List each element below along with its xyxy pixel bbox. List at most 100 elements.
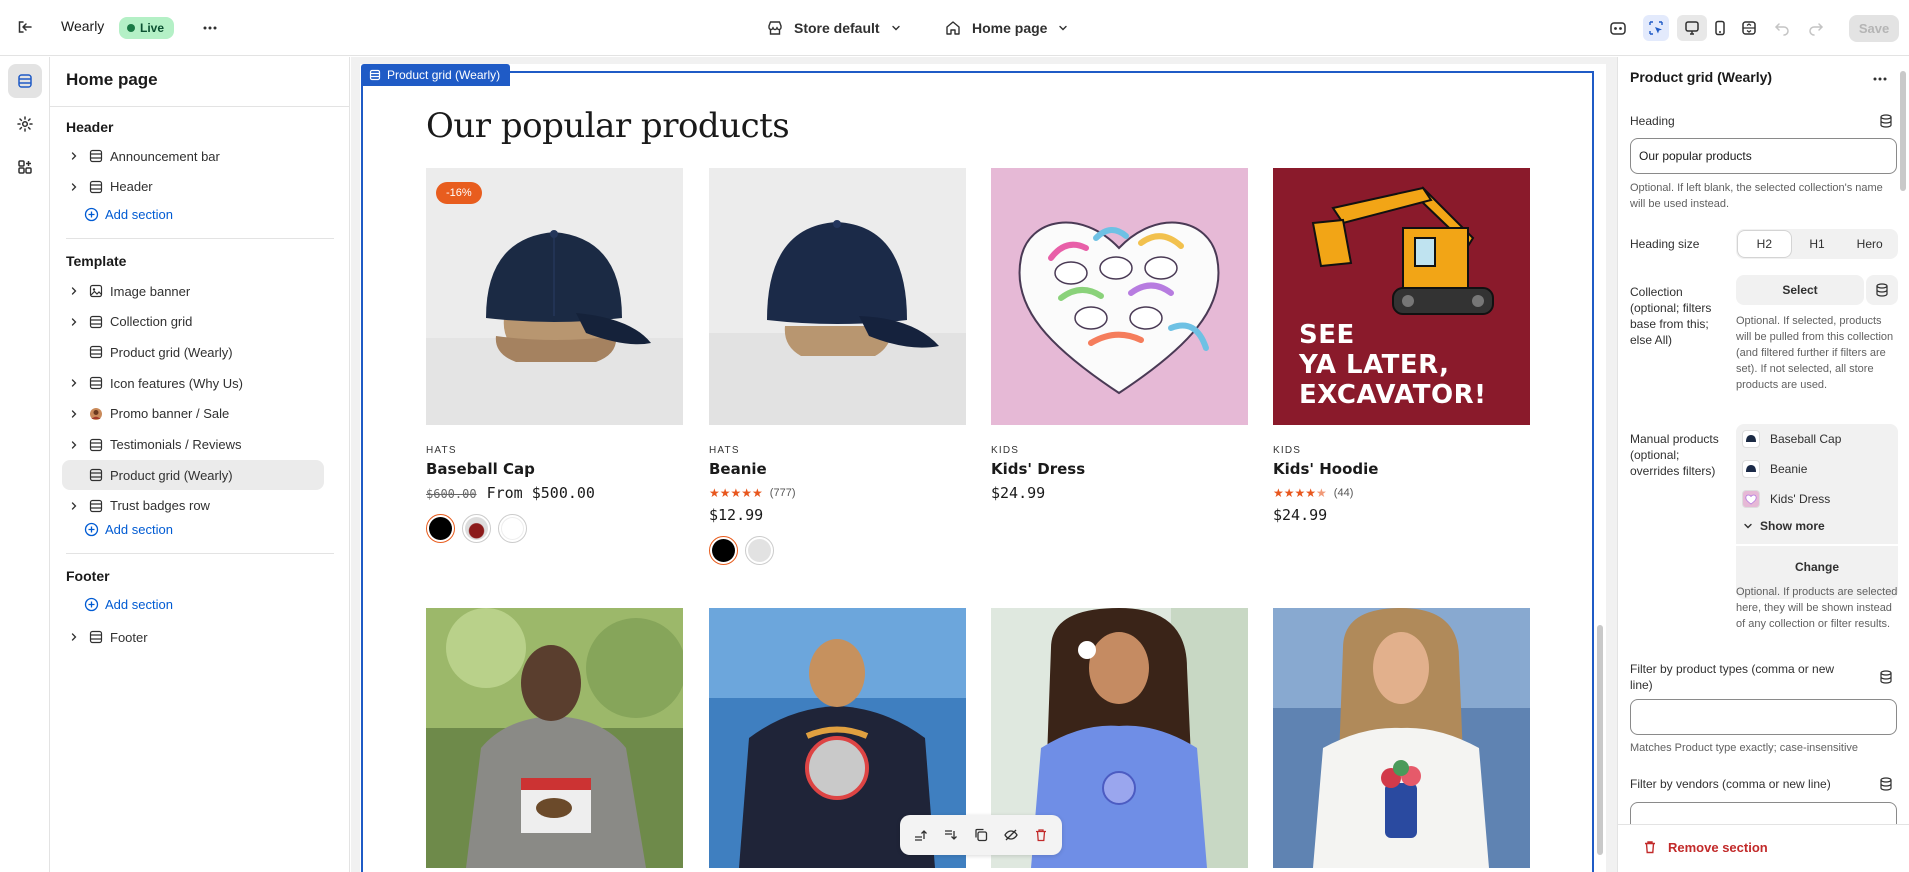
heading-size-label: Heading size (1630, 237, 1700, 251)
plus-circle-icon (84, 522, 99, 537)
chevron-right-icon[interactable] (64, 317, 84, 327)
section-icon (88, 629, 104, 645)
sidebar-item-image-banner[interactable]: Image banner (62, 276, 324, 306)
section-tag[interactable]: Product grid (Wearly) (361, 64, 511, 86)
product-card[interactable]: HATS Beanie ★★★★★ (777) $12.99 (709, 168, 966, 565)
settings-gear-icon[interactable] (8, 107, 42, 141)
section-icon (88, 314, 104, 330)
canvas-scrollbar[interactable] (1597, 625, 1603, 855)
chevron-right-icon[interactable] (64, 182, 84, 192)
manual-product-item[interactable]: Kids' Dress (1742, 490, 1830, 508)
desktop-view-icon[interactable] (1677, 15, 1707, 41)
divider (66, 238, 334, 239)
filter-types-input[interactable] (1630, 699, 1897, 735)
move-down-icon[interactable] (943, 827, 959, 843)
divider (50, 106, 350, 107)
product-image-beanie[interactable] (709, 168, 966, 425)
more-actions-icon[interactable] (198, 16, 222, 40)
undo-icon[interactable] (1769, 15, 1795, 41)
sidebar-item-product-grid-wearly[interactable]: Product grid (Wearly) (62, 337, 324, 367)
product-card[interactable]: KIDS Kids' Dress $24.99 (991, 168, 1248, 502)
sidebar-item-icon-features-why-us[interactable]: Icon features (Why Us) (62, 368, 324, 398)
manual-product-item[interactable]: Baseball Cap (1742, 430, 1841, 448)
product-name[interactable]: Kids' Hoodie (1273, 460, 1530, 478)
page-select[interactable]: Home page (944, 14, 1069, 42)
product-card[interactable]: SEE YA LATER, EXCAVATOR! KIDS Kids' Hood… (1273, 168, 1530, 524)
swatch-red-cap[interactable] (462, 514, 491, 543)
product-card[interactable]: -16% HATS Baseball Cap $600.00 From $500.… (426, 168, 683, 543)
chevron-down-icon (890, 22, 902, 34)
dynamic-source-icon[interactable] (1878, 776, 1894, 792)
collection-select-button[interactable]: Select (1736, 275, 1864, 305)
sidebar-item-header[interactable]: Header (62, 172, 324, 202)
sections-icon[interactable] (8, 64, 42, 98)
inspector-select-icon[interactable] (1643, 15, 1669, 41)
store-version-select[interactable]: Store default (766, 14, 902, 42)
swatch-black[interactable] (426, 514, 455, 543)
change-products-button[interactable]: Change (1736, 552, 1898, 582)
panel-title: Product grid (Wearly) (1630, 69, 1773, 85)
sidebar-item-testimonials-reviews[interactable]: Testimonials / Reviews (62, 430, 324, 460)
chevron-right-icon[interactable] (64, 440, 84, 450)
product-image-tshirt-bear[interactable] (426, 608, 683, 868)
mobile-view-icon[interactable] (1707, 15, 1733, 41)
duplicate-icon[interactable] (973, 827, 989, 843)
swatch-light-grey[interactable] (745, 536, 774, 565)
chevron-right-icon[interactable] (64, 286, 84, 296)
add-section-header-button[interactable]: Add section (84, 207, 173, 222)
swatch-black[interactable] (709, 536, 738, 565)
exit-icon[interactable] (14, 16, 36, 38)
heading-size-hero[interactable]: Hero (1843, 231, 1896, 257)
sidebar-item-promo-banner-sale[interactable]: Promo banner / Sale (62, 399, 324, 429)
sidebar-item-footer[interactable]: Footer (62, 622, 324, 652)
chevron-right-icon[interactable] (64, 151, 84, 161)
swatch-white[interactable] (498, 514, 527, 543)
redo-icon[interactable] (1803, 15, 1829, 41)
chevron-right-icon[interactable] (64, 409, 84, 419)
heading-size-h1[interactable]: H1 (1791, 231, 1844, 257)
app-embed-icon[interactable] (1605, 15, 1631, 41)
add-section-footer-button[interactable]: Add section (84, 597, 173, 612)
dynamic-source-icon[interactable] (1878, 113, 1894, 129)
chevron-right-icon[interactable] (64, 501, 84, 511)
sidebar-item-label: Trust badges row (110, 498, 210, 514)
manual-product-name: Kids' Dress (1770, 492, 1831, 506)
heading-input[interactable]: Our popular products (1630, 138, 1897, 174)
product-image-woman-white-tshirt[interactable] (1273, 608, 1530, 868)
product-image-kids-hoodie[interactable]: SEE YA LATER, EXCAVATOR! (1273, 168, 1530, 425)
panel-scrollbar[interactable] (1899, 71, 1907, 804)
collection-dynamic-source-button[interactable] (1866, 275, 1898, 305)
manual-product-item[interactable]: Beanie (1742, 460, 1807, 478)
filter-types-label: Filter by product types (comma or new li… (1630, 662, 1835, 692)
product-name[interactable]: Beanie (709, 460, 966, 478)
sidebar-item-announcement-bar[interactable]: Announcement bar (62, 141, 324, 171)
sections-sidebar: Home page Header Announcement bar Header … (50, 57, 350, 872)
sidebar-item-trust-badges-row[interactable]: Trust badges row (62, 491, 324, 521)
move-up-icon[interactable] (913, 827, 929, 843)
heading-size-h2[interactable]: H2 (1738, 231, 1791, 257)
product-category: HATS (426, 445, 457, 456)
manual-products-help-text: Optional. If products are selected here,… (1736, 586, 1898, 630)
fullscreen-view-icon[interactable] (1736, 15, 1762, 41)
save-button[interactable]: Save (1849, 15, 1899, 42)
hide-icon[interactable] (1003, 827, 1019, 843)
show-more-button[interactable]: Show more (1742, 519, 1825, 533)
apps-icon[interactable] (8, 150, 42, 184)
remove-section-button[interactable]: Remove section (1642, 839, 1768, 855)
chevron-right-icon[interactable] (64, 378, 84, 388)
more-actions-icon[interactable] (1868, 67, 1892, 91)
home-icon (944, 19, 962, 37)
sidebar-item-product-grid-wearly[interactable]: Product grid (Wearly) (62, 460, 324, 491)
chevron-right-icon[interactable] (64, 632, 84, 642)
sidebar-item-collection-grid[interactable]: Collection grid (62, 307, 324, 337)
add-section-template-button[interactable]: Add section (84, 522, 173, 537)
product-thumbnail-cap (1742, 430, 1760, 448)
product-image-baseball-cap[interactable]: -16% (426, 168, 683, 425)
product-name[interactable]: Kids' Dress (991, 460, 1248, 478)
delete-trash-icon[interactable] (1033, 827, 1049, 843)
product-grid-heading: Our popular products (426, 106, 790, 146)
dynamic-source-icon[interactable] (1878, 669, 1894, 685)
product-name[interactable]: Baseball Cap (426, 460, 683, 478)
product-image-kids-dress[interactable] (991, 168, 1248, 425)
chevron-down-icon (1057, 22, 1069, 34)
